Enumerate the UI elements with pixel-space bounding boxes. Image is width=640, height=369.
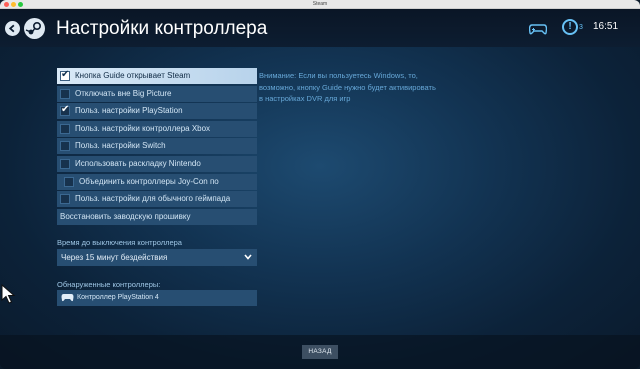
window-title: Steam (312, 1, 328, 7)
checkbox[interactable] (60, 194, 70, 205)
restore-firmware-button[interactable]: Восстановить заводскую прошивку (57, 208, 257, 225)
gamepad-icon (61, 294, 74, 302)
shutdown-timer-label: Время до выключения контроллера (57, 238, 182, 247)
checkbox[interactable] (60, 158, 70, 169)
option-disable-outside-big-picture[interactable]: Отключать вне Big Picture (57, 85, 257, 102)
detected-controller-name: Контроллер PlayStation 4 (77, 294, 159, 301)
notification-alert-icon[interactable]: ! (562, 19, 578, 35)
option-guide-opens-steam[interactable]: ✔ Кнопка Guide открывает Steam (57, 68, 257, 84)
back-button[interactable]: НАЗАД (302, 345, 338, 359)
detected-controller-item[interactable]: Контроллер PlayStation 4 (57, 290, 257, 306)
mouse-pointer-icon (1, 284, 16, 304)
controller-options-list: ✔ Кнопка Guide открывает Steam Отключать… (57, 68, 257, 226)
guide-button-warning: Внимание: Если вы пользуетесь Windows, т… (259, 71, 436, 103)
back-arrow-button[interactable] (5, 21, 20, 36)
controller-icon[interactable] (529, 23, 547, 35)
steam-window: Steam Настройки контроллера ! 3 16:51 ✔ (0, 0, 640, 369)
title-bar: Steam (0, 0, 640, 9)
checkbox[interactable] (60, 88, 70, 99)
footer-bar: НАЗАД (0, 335, 640, 369)
option-xbox-config[interactable]: Польз. настройки контроллера Xbox (57, 120, 257, 137)
detected-controllers-label: Обнаруженные контроллеры: (57, 280, 161, 289)
page-title: Настройки контроллера (56, 18, 268, 39)
shutdown-timer-value: Через 15 минут бездействия (61, 253, 168, 262)
shutdown-timer-select[interactable]: Через 15 минут бездействия (57, 249, 257, 266)
option-playstation-config[interactable]: ✔ Польз. настройки PlayStation (57, 103, 257, 120)
notification-count: 3 (579, 24, 583, 31)
checkmark-icon: ✔ (61, 104, 70, 116)
checkbox[interactable] (60, 141, 70, 152)
option-generic-gamepad-config[interactable]: Польз. настройки для обычного геймпада (57, 191, 257, 208)
checkbox[interactable] (60, 123, 70, 134)
clock: 16:51 (593, 21, 619, 32)
checkbox[interactable] (64, 176, 74, 187)
steam-logo-icon[interactable] (24, 18, 45, 39)
header-bar: Настройки контроллера ! 3 16:51 (0, 9, 640, 47)
option-nintendo-layout[interactable]: Использовать раскладку Nintendo (57, 155, 257, 172)
checkmark-icon: ✔ (61, 69, 70, 80)
option-combine-joycons[interactable]: Объединить контроллеры Joy-Con по (57, 173, 257, 190)
chevron-down-icon (244, 254, 252, 260)
option-switch-config[interactable]: Польз. настройки Switch (57, 138, 257, 155)
back-arrow-icon (8, 24, 15, 33)
